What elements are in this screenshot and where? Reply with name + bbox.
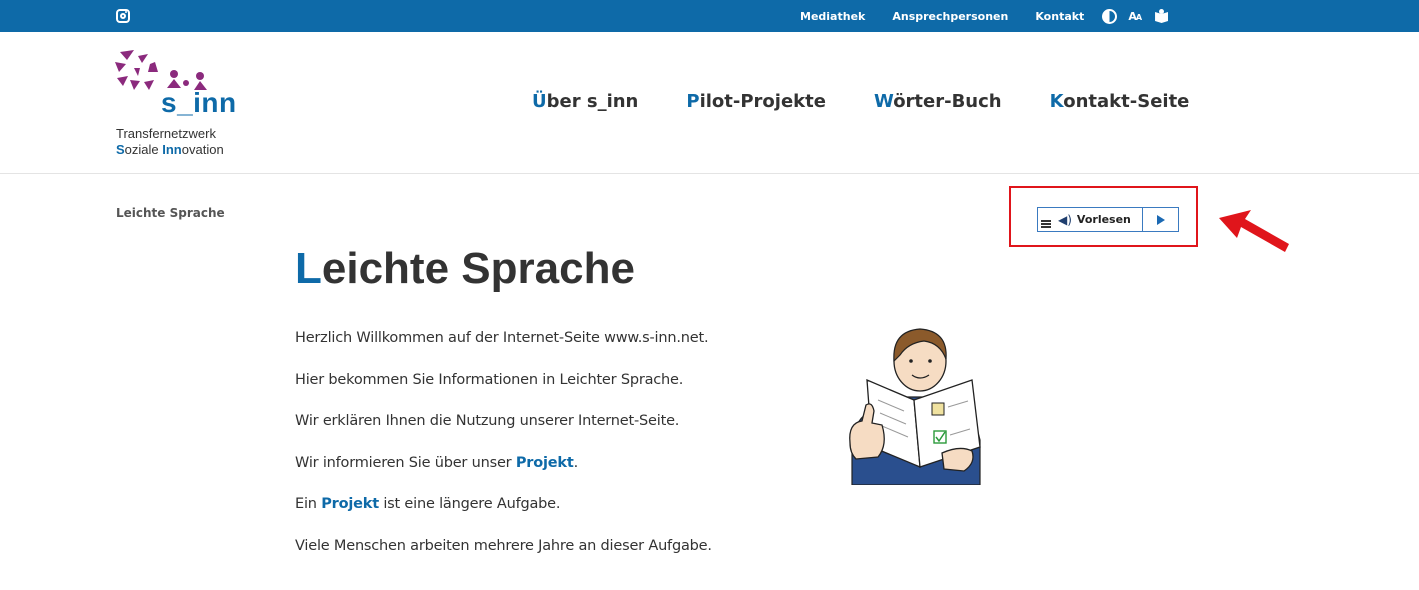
keyword-projekt-link[interactable]: Projekt [516, 455, 574, 471]
nav-item-woerter-buch[interactable]: Wörter-Buch [874, 91, 1002, 112]
paragraph-6: Viele Menschen arbeiten mehrere Jahre an… [295, 538, 712, 554]
site-header: s_inn Transfernetzwerk Soziale Innovatio… [0, 32, 1419, 174]
paragraph-3: Wir erklären Ihnen die Nutzung unserer I… [295, 413, 680, 429]
font-size-icon-big: A [1128, 9, 1136, 23]
paragraph-1: Herzlich Willkommen auf der Internet-Sei… [295, 330, 709, 346]
logo-tagline-s: S [116, 142, 125, 157]
nav-item-kontakt-seite[interactable]: Kontakt-Seite [1050, 91, 1190, 112]
logo-tagline-ovation: ovation [181, 142, 224, 157]
paragraph-5: Ein Projekt ist eine längere Aufgabe. [295, 496, 561, 512]
nav-item-initial: K [1049, 91, 1064, 112]
logo-tagline-2: Soziale Innovation [116, 142, 224, 157]
page-title: Leichte Sprache [295, 244, 635, 294]
instagram-icon[interactable] [116, 9, 130, 23]
nav-item-ueber-sinn[interactable]: Über s_inn [532, 91, 638, 112]
toplink-kontakt[interactable]: Kontakt [1035, 10, 1084, 23]
paragraph-4-end: . [573, 455, 579, 471]
nav-item-label: ilot-Projekte [699, 91, 826, 112]
paragraph-2: Hier bekommen Sie Informationen in Leich… [295, 372, 684, 388]
reading-person-illustration [849, 328, 981, 485]
top-links: Mediathek Ansprechpersonen Kontakt AA [800, 0, 1168, 32]
logo-tagline-inn: Inn [162, 142, 182, 157]
nav-item-label: ber s_inn [546, 91, 639, 112]
play-icon [1156, 214, 1165, 225]
read-aloud-widget: ◀︎) Vorlesen [1037, 207, 1179, 232]
read-aloud-button[interactable]: ◀︎) Vorlesen [1054, 208, 1143, 231]
logo-name: s_inn [161, 87, 237, 118]
font-size-icon-small: A [1135, 12, 1142, 22]
menu-icon[interactable] [1038, 208, 1054, 231]
nav-item-label: ontakt-Seite [1063, 91, 1190, 112]
play-button[interactable] [1143, 208, 1178, 231]
keyword-projekt-link[interactable]: Projekt [321, 496, 379, 512]
read-aloud-label: Vorlesen [1076, 213, 1131, 226]
speaker-icon: ◀︎) [1058, 212, 1072, 227]
contrast-icon[interactable] [1102, 8, 1118, 24]
paragraph-4: Wir informieren Sie über unser Projekt. [295, 455, 578, 471]
toplink-mediathek[interactable]: Mediathek [800, 10, 865, 23]
breadcrumb[interactable]: Leichte Sprache [116, 206, 225, 220]
nav-item-initial: W [873, 91, 894, 112]
site-logo[interactable]: s_inn Transfernetzwerk Soziale Innovatio… [114, 50, 254, 160]
logo-tagline-oziale: oziale [124, 142, 163, 157]
paragraph-5-end: ist eine längere Aufgabe. [378, 496, 561, 512]
annotation-arrow-icon [1219, 210, 1289, 252]
nav-item-pilot-projekte[interactable]: Pilot-Projekte [686, 91, 826, 112]
nav-item-initial: Ü [532, 91, 547, 112]
paragraph-5-text: Ein [295, 496, 322, 512]
nav-item-label: örter-Buch [893, 91, 1002, 112]
page-title-rest: eichte Sprache [321, 244, 635, 293]
main-nav: Über s_inn Pilot-Projekte Wörter-Buch Ko… [532, 91, 1189, 112]
logo-tagline-1: Transfernetzwerk [116, 126, 216, 141]
toplink-ansprechpersonen[interactable]: Ansprechpersonen [892, 10, 1008, 23]
page-title-initial: L [295, 244, 322, 293]
top-bar: Mediathek Ansprechpersonen Kontakt AA [0, 0, 1419, 32]
font-size-icon[interactable]: AA [1128, 9, 1142, 23]
paragraph-4-text: Wir informieren Sie über unser [295, 455, 516, 471]
nav-item-initial: P [686, 91, 700, 112]
easy-read-icon[interactable] [1155, 9, 1168, 23]
